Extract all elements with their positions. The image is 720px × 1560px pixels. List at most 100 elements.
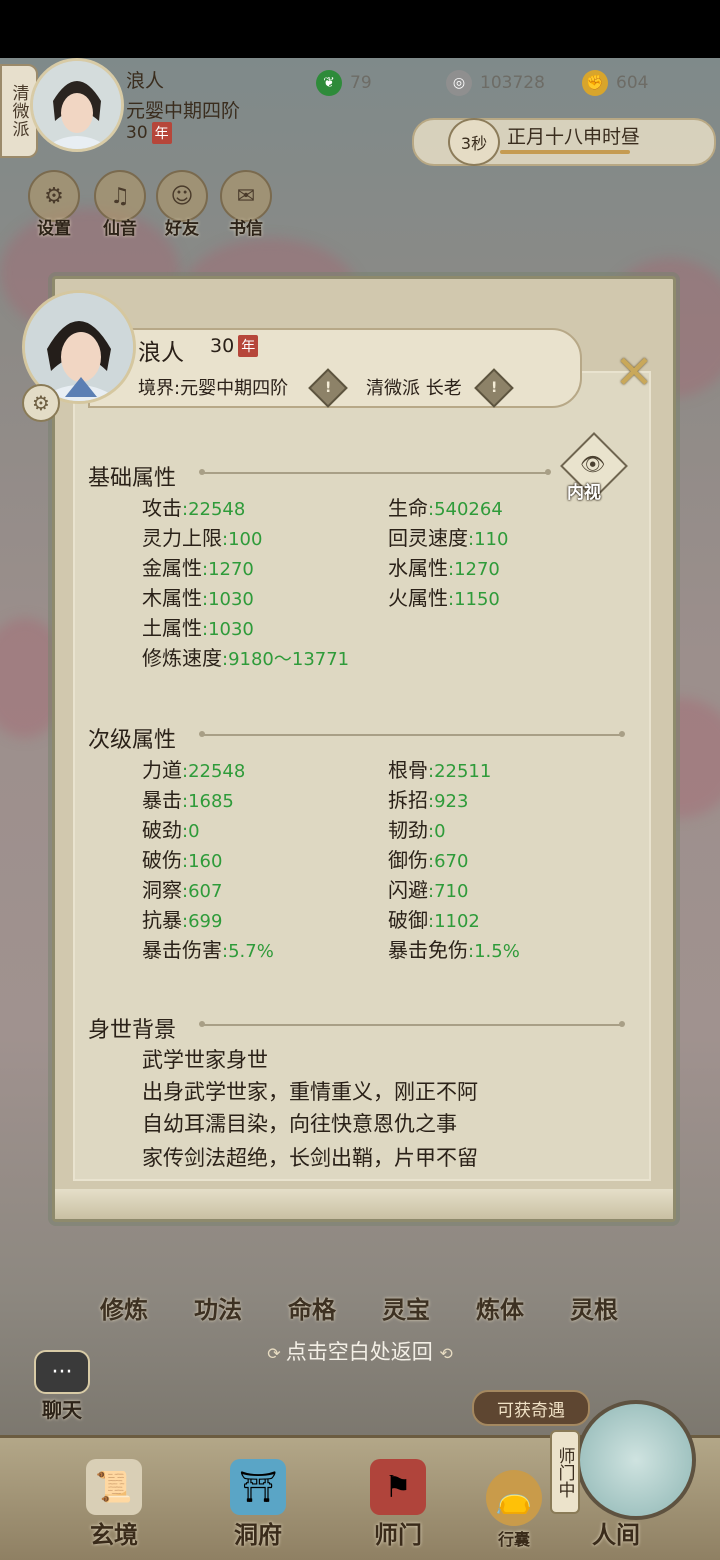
player-realm: 元婴中期四阶 bbox=[126, 100, 241, 122]
tab-cultivate[interactable]: 修炼 bbox=[100, 1290, 148, 1325]
chat-label: 聊天 bbox=[42, 1398, 82, 1422]
jade-leaf-icon: ❦ bbox=[316, 70, 342, 96]
resource-jade[interactable]: ❦ 79 bbox=[316, 70, 372, 96]
nav-label: 洞府 bbox=[234, 1520, 282, 1549]
stat-fire: 火属性:1150 bbox=[388, 586, 500, 610]
stat-spirit-max: 灵力上限:100 bbox=[142, 526, 263, 550]
stat-dodge: 闪避:710 bbox=[388, 878, 469, 902]
inner-view-label: 内视 bbox=[567, 483, 601, 503]
stat-pierce-damage: 破伤:160 bbox=[142, 848, 223, 872]
stat-crit-damage: 暴击伤害:5.7% bbox=[142, 938, 274, 962]
portrait-icon bbox=[33, 61, 121, 149]
quick-friends[interactable]: ☺ 好友 bbox=[150, 170, 214, 239]
bag-icon: 👝 bbox=[486, 1470, 542, 1526]
stat-cultivation-speed: 修炼速度:9180～13771 bbox=[142, 646, 350, 670]
year-badge: 年 bbox=[151, 122, 172, 144]
background-line: 出身武学世家，重情重义，刚正不阿 bbox=[142, 1080, 478, 1104]
muscle-icon: ✊ bbox=[582, 70, 608, 96]
section-divider bbox=[199, 731, 625, 737]
return-hint[interactable]: ⟳ 点击空白处返回 ⟲ bbox=[0, 1336, 720, 1366]
stat-spirit-regen: 回灵速度:110 bbox=[388, 526, 509, 550]
timer-seconds: 3秒 bbox=[448, 118, 500, 166]
stat-break-force: 破劲:0 bbox=[142, 818, 200, 842]
inner-view-button[interactable]: 👁 内视 bbox=[560, 432, 628, 504]
tab-body[interactable]: 炼体 bbox=[476, 1290, 524, 1325]
stat-constitution: 根骨:22511 bbox=[388, 758, 492, 782]
calendar-progress bbox=[500, 150, 630, 154]
chat-icon: ··· bbox=[34, 1350, 90, 1394]
scroll-icon: 📜 bbox=[86, 1459, 142, 1515]
stat-crit-damage-reduction: 暴击免伤:1.5% bbox=[388, 938, 520, 962]
resource-strength[interactable]: ✊ 604 bbox=[582, 70, 648, 96]
background-line: 自幼耳濡目染，向往快意恩仇之事 bbox=[142, 1112, 457, 1136]
character-sect: 清微派 长老 bbox=[366, 378, 462, 399]
pavilion-icon: ⛩ bbox=[230, 1459, 286, 1515]
nav-label: 师门 bbox=[374, 1520, 422, 1549]
nav-item-xuanjing[interactable]: 📜 玄境 bbox=[86, 1459, 142, 1550]
player-age: 30 年 bbox=[126, 122, 172, 144]
nav-label: 行囊 bbox=[497, 1530, 530, 1549]
ornament-right-icon: ⟲ bbox=[439, 1344, 453, 1363]
world-portal[interactable] bbox=[576, 1400, 696, 1520]
stat-insight: 洞察:607 bbox=[142, 878, 223, 902]
nav-item-shimen[interactable]: ⚑ 师门 bbox=[370, 1459, 426, 1550]
stat-damage-reduction: 御伤:670 bbox=[388, 848, 469, 872]
stat-parry: 拆招:923 bbox=[388, 788, 469, 812]
tab-root[interactable]: 灵根 bbox=[570, 1290, 618, 1325]
close-icon[interactable]: ✕ bbox=[606, 344, 662, 400]
coin-icon: ◎ bbox=[446, 70, 472, 96]
stat-earth: 土属性:1030 bbox=[142, 616, 254, 640]
stat-wood: 木属性:1030 bbox=[142, 586, 254, 610]
quick-settings[interactable]: ⚙ 设置 bbox=[22, 170, 86, 239]
section-divider bbox=[199, 469, 551, 475]
stat-crit: 暴击:1685 bbox=[142, 788, 234, 812]
eye-icon: 👁 bbox=[580, 452, 606, 476]
quick-letters-label: 书信 bbox=[229, 219, 263, 239]
year-badge: 年 bbox=[238, 335, 259, 357]
nav-item-bag[interactable]: 👝 行囊 bbox=[486, 1470, 542, 1550]
quick-music-label: 仙音 bbox=[103, 219, 137, 239]
stat-crit-resist: 抗暴:699 bbox=[142, 908, 223, 932]
character-realm: 境界:元婴中期四阶 bbox=[138, 378, 289, 399]
stat-tenacity: 韧劲:0 bbox=[388, 818, 446, 842]
nav-label: 人间 bbox=[592, 1520, 640, 1549]
stat-metal: 金属性:1270 bbox=[142, 556, 254, 580]
background-line: 武学世家身世 bbox=[142, 1048, 268, 1072]
scroll-rod bbox=[55, 1189, 673, 1219]
tab-skills[interactable]: 功法 bbox=[194, 1290, 242, 1325]
background-title: 身世背景 bbox=[88, 1018, 177, 1043]
quick-music[interactable]: ♫ 仙音 bbox=[88, 170, 152, 239]
player-avatar[interactable] bbox=[30, 58, 124, 152]
calendar-text: 正月十八申时昼 bbox=[507, 126, 641, 148]
tab-treasure[interactable]: 灵宝 bbox=[382, 1290, 430, 1325]
ornament-left-icon: ⟳ bbox=[267, 1344, 286, 1363]
stat-attack: 攻击:22548 bbox=[142, 496, 246, 520]
character-name: 浪人 bbox=[138, 340, 184, 366]
player-name: 浪人 bbox=[126, 70, 165, 92]
settings-gear-icon[interactable]: ⚙ bbox=[22, 384, 60, 422]
quick-letters[interactable]: ✉ 书信 bbox=[214, 170, 278, 239]
section-divider bbox=[199, 1021, 625, 1027]
master-status[interactable]: 师门中 bbox=[550, 1430, 580, 1514]
secondary-attributes-title: 次级属性 bbox=[88, 728, 177, 753]
stat-strength: 力道:22548 bbox=[142, 758, 246, 782]
chat-button[interactable]: ··· 聊天 bbox=[30, 1350, 94, 1424]
resource-coins-value: 103728 bbox=[480, 73, 545, 93]
nav-label: 玄境 bbox=[90, 1520, 138, 1549]
background-line: 家传剑法超绝，长剑出鞘，片甲不留 bbox=[142, 1146, 478, 1170]
cultivation-tabs: 修炼 功法 命格 灵宝 炼体 灵根 bbox=[100, 1290, 618, 1325]
encounter-button[interactable]: 可获奇遇 bbox=[472, 1390, 590, 1426]
player-age-value: 30 bbox=[126, 123, 148, 143]
stat-armor-break: 破御:1102 bbox=[388, 908, 480, 932]
banner-icon: ⚑ bbox=[370, 1459, 426, 1515]
character-age: 30 年 bbox=[210, 335, 259, 357]
character-age-value: 30 bbox=[210, 335, 235, 357]
tab-fate[interactable]: 命格 bbox=[288, 1290, 336, 1325]
resource-coins[interactable]: ◎ 103728 bbox=[446, 70, 545, 96]
quick-settings-label: 设置 bbox=[37, 219, 71, 239]
nav-item-dongfu[interactable]: ⛩ 洞府 bbox=[230, 1459, 286, 1550]
return-hint-text: 点击空白处返回 bbox=[285, 1340, 433, 1364]
basic-attributes-title: 基础属性 bbox=[88, 466, 177, 491]
stat-hp: 生命:540264 bbox=[388, 496, 503, 520]
quick-friends-label: 好友 bbox=[165, 219, 199, 239]
